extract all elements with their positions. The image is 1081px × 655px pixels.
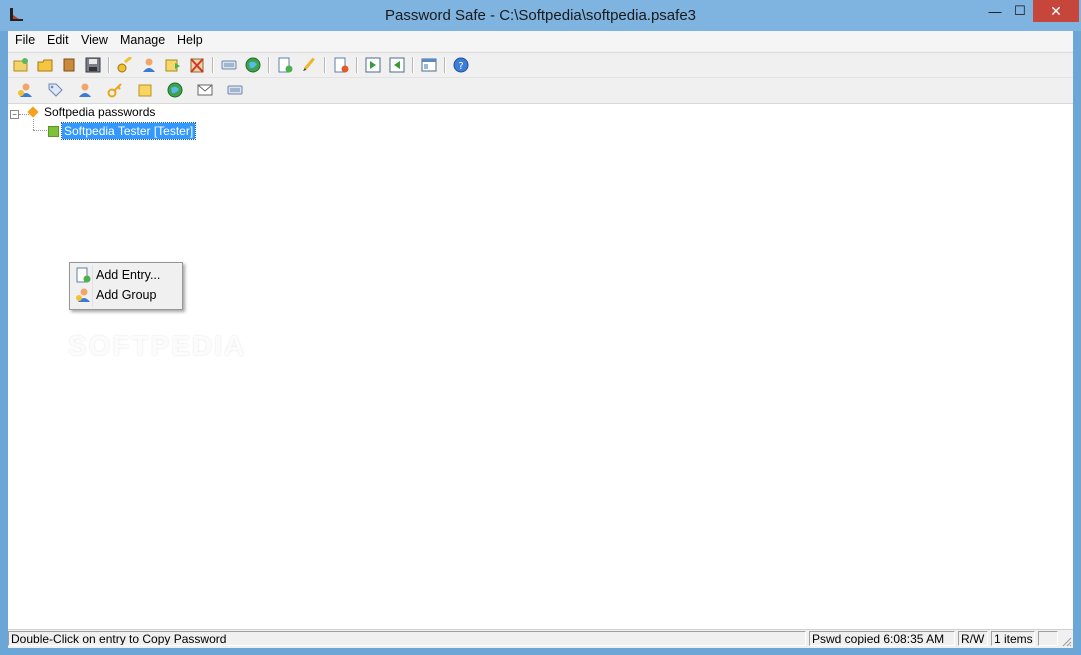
app-window: Password Safe - C:\Softpedia\softpedia.p… [0,0,1081,655]
status-empty-pane [1038,631,1058,646]
toolbar-separator [108,57,110,73]
menu-help[interactable]: Help [174,33,206,47]
menu-bar: File Edit View Manage Help [8,31,1073,51]
copy-username-icon[interactable] [140,56,158,74]
open-database-icon[interactable] [36,56,54,74]
toolbar-separator [356,57,358,73]
add-entry-icon[interactable] [276,56,294,74]
tag-icon[interactable] [46,81,64,99]
status-bar: Double-Click on entry to Copy Password P… [8,629,1073,648]
key-icon[interactable] [106,81,124,99]
status-clipboard: Pswd copied 6:08:35 AM [809,631,955,646]
resize-grip-icon[interactable] [1060,635,1072,647]
menu-file[interactable]: File [12,33,38,47]
toolbar-separator [268,57,270,73]
autotype-icon[interactable] [220,56,238,74]
edit-entry-icon[interactable] [300,56,318,74]
status-mode: R/W [958,631,988,646]
options-icon[interactable] [420,56,438,74]
note-icon[interactable] [136,81,154,99]
save-database-icon[interactable] [84,56,102,74]
window-title: Password Safe - C:\Softpedia\softpedia.p… [384,7,696,24]
entry-icon [48,126,59,137]
close-button[interactable]: ✕ [1033,0,1079,22]
tree-connector [19,114,29,115]
watermark: SOFTPEDIA [68,330,247,361]
browse-url-icon[interactable] [244,56,262,74]
secondary-toolbar [8,77,1073,102]
help-icon[interactable]: ? [452,56,470,74]
tree-entry-selected[interactable]: Softpedia Tester [Tester] [60,122,197,140]
user-icon[interactable] [76,81,94,99]
add-group-icon[interactable] [16,81,34,99]
context-menu-add-entry[interactable]: Add Entry... [71,265,181,285]
expand-all-icon[interactable] [364,56,382,74]
tree-group-softpedia-passwords[interactable]: Softpedia passwords [44,105,155,119]
main-toolbar: ? [8,52,1073,77]
context-menu: Add Entry... Add Group [69,262,183,310]
svg-text:?: ? [458,61,463,72]
toolbar-separator [412,57,414,73]
collapse-all-icon[interactable] [388,56,406,74]
menu-edit[interactable]: Edit [44,33,72,47]
context-menu-add-group[interactable]: Add Group [71,285,181,305]
add-entry-label: Add Entry... [96,268,161,282]
status-hint: Double-Click on entry to Copy Password [8,631,806,646]
delete-entry-icon[interactable] [332,56,350,74]
entry-tree-view[interactable]: − Softpedia passwords Softpedia Tester [… [8,103,1073,630]
copy-notes-icon[interactable] [164,56,182,74]
toolbar-separator [444,57,446,73]
copy-password-icon[interactable] [116,56,134,74]
group-icon [27,106,39,118]
clear-clipboard-icon[interactable] [188,56,206,74]
title-bar[interactable]: Password Safe - C:\Softpedia\softpedia.p… [0,0,1081,31]
keyboard-icon[interactable] [226,81,244,99]
email-icon[interactable] [196,81,214,99]
close-database-icon[interactable] [60,56,78,74]
status-count: 1 items [991,631,1035,646]
menu-manage[interactable]: Manage [117,33,168,47]
toolbar-separator [212,57,214,73]
menu-view[interactable]: View [78,33,111,47]
add-group-icon [76,288,90,302]
tree-connector [33,119,34,130]
tree-connector [33,130,47,131]
tree-collapse-toggle[interactable]: − [10,110,19,119]
new-database-icon[interactable] [12,56,30,74]
client-area: File Edit View Manage Help ? − Softpedia… [8,31,1073,648]
add-entry-icon [76,267,91,283]
add-group-label: Add Group [96,288,157,302]
globe-icon[interactable] [166,81,184,99]
toolbar-separator [324,57,326,73]
maximize-button[interactable]: ☐ [1005,0,1035,22]
